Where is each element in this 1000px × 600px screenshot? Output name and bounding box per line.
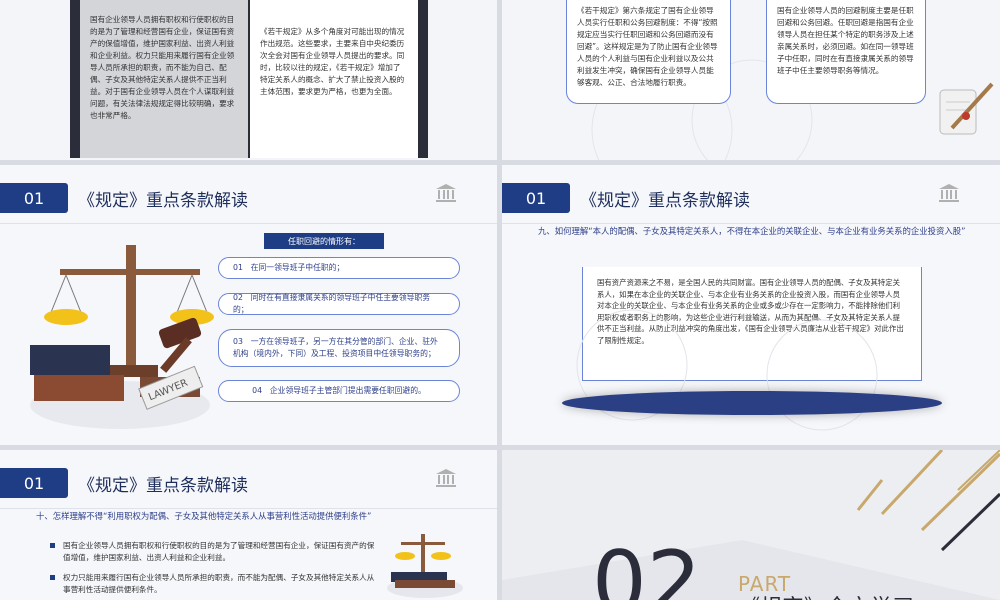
right-panel: 《若干规定》从多个角度对可能出现的情况作出规范。这些要求，主要来自中央纪委历次全… xyxy=(250,0,418,158)
bullet-marker xyxy=(50,543,55,548)
bullet-text: 权力只能用来履行国有企业领导人员所承担的职责，而不能为配偶、子女及其他特定关系人… xyxy=(63,573,375,594)
list-item-text: 01 在同一领导班子中任职的； xyxy=(233,263,345,272)
bullet-marker xyxy=(50,575,55,580)
section-number: 01 xyxy=(502,183,570,213)
slide-4: 01 《规定》重点条款解读 九、如何理解“本人的配偶、子女及其特定关系人，不得在… xyxy=(502,165,1000,445)
list-item: 04 企业领导班子主管部门提出需要任职回避的。 xyxy=(218,380,460,402)
info-box-2-text: 国有企业领导人员的回避制度主要是任职回避和公务回避。任职回避是指国有企业领导人员… xyxy=(777,6,914,75)
temple-icon xyxy=(436,469,456,487)
justice-scale-illustration: LAWYER xyxy=(30,245,214,429)
bullet-item: 权力只能用来履行国有企业领导人员所承担的职责，而不能为配偶、子女及其他特定关系人… xyxy=(50,572,380,596)
body-box: 国有资产资源来之不易，是全国人民的共同财富。国有企业领导人员的配偶、子女及其特定… xyxy=(582,267,922,381)
section-title: 《规定》重点条款解读 xyxy=(78,190,248,211)
left-panel: 国有企业领导人员拥有职权和行使职权的目的是为了管理和经营国有企业，保证国有资产的… xyxy=(80,0,248,158)
header-divider xyxy=(0,223,497,224)
list-item: 03 一方在领导班子，另一方在其分管的部门、企业、驻外机构（境内外，下同）及工程… xyxy=(218,329,460,367)
section-number: 01 xyxy=(0,183,68,213)
info-box-2: 国有企业领导人员的回避制度主要是任职回避和公务回避。任职回避是指国有企业领导人员… xyxy=(766,0,926,104)
books-scale-illustration xyxy=(387,534,463,598)
list-item-text: 04 企业领导班子主管部门提出需要任职回避的。 xyxy=(252,386,426,395)
temple-icon xyxy=(436,184,456,202)
pen-scroll-icon xyxy=(939,82,994,135)
slide-header: 01 《规定》重点条款解读 xyxy=(502,183,752,213)
part-subtitle: 《规定》全文学习 xyxy=(738,590,914,600)
shadow-ellipse xyxy=(562,391,942,415)
body-text: 国有资产资源来之不易，是全国人民的共同财富。国有企业领导人员的配偶、子女及其特定… xyxy=(597,278,904,345)
list-heading: 任职回避的情形有： xyxy=(264,233,384,249)
left-text: 国有企业领导人员拥有职权和行使职权的目的是为了管理和经营国有企业，保证国有资产的… xyxy=(90,15,235,120)
temple-icon xyxy=(939,184,959,202)
list-item-text: 02 同时在有直接隶属关系的领导班子中任主要领导职务的； xyxy=(233,293,431,314)
right-text: 《若干规定》从多个角度对可能出现的情况作出规范。这些要求，主要来自中央纪委历次全… xyxy=(260,27,405,96)
slide-1: 国有企业领导人员拥有职权和行使职权的目的是为了管理和经营国有企业，保证国有资产的… xyxy=(0,0,497,160)
slide-header: 01 《规定》重点条款解读 xyxy=(0,183,250,213)
slide-3: 01 《规定》重点条款解读 LAWYER 任职回避的情形有： 01 在同一领导班… xyxy=(0,165,497,445)
bullet-text: 国有企业领导人员拥有职权和行使职权的目的是为了管理和经营国有企业，保证国有资产的… xyxy=(63,541,375,562)
list-item: 01 在同一领导班子中任职的； xyxy=(218,257,460,279)
slide-5: 01 《规定》重点条款解读 十、怎样理解不得“利用职权为配偶、子女及其他特定关系… xyxy=(0,450,497,600)
question-text: 九、如何理解“本人的配偶、子女及其特定关系人，不得在本企业的关联企业、与本企业有… xyxy=(538,226,966,236)
section-big-number: 02 xyxy=(592,533,702,600)
section-title: 《规定》重点条款解读 xyxy=(580,190,750,211)
list-item: 02 同时在有直接隶属关系的领导班子中任主要领导职务的； xyxy=(218,293,460,315)
list-item-text: 03 一方在领导班子，另一方在其分管的部门、企业、驻外机构（境内外，下同）及工程… xyxy=(233,337,438,358)
info-box-1: 《若干规定》第六条规定了国有企业领导人员实行任职和公务回避制度：不得“按照规定应… xyxy=(566,0,731,104)
header-divider xyxy=(502,223,1000,224)
slide-header: 01 《规定》重点条款解读 xyxy=(0,468,250,498)
bullet-item: 国有企业领导人员拥有职权和行使职权的目的是为了管理和经营国有企业，保证国有资产的… xyxy=(50,540,380,564)
section-title: 《规定》重点条款解读 xyxy=(78,475,248,496)
bullet-list: 国有企业领导人员拥有职权和行使职权的目的是为了管理和经营国有企业，保证国有资产的… xyxy=(50,540,380,600)
info-box-1-text: 《若干规定》第六条规定了国有企业领导人员实行任职和公务回避制度：不得“按照规定应… xyxy=(577,6,718,87)
section-number: 01 xyxy=(0,468,68,498)
question-text: 十、怎样理解不得“利用职权为配偶、子女及其他特定关系人从事营利性活动提供便利条件… xyxy=(36,511,372,521)
slide-2: 《若干规定》第六条规定了国有企业领导人员实行任职和公务回避制度：不得“按照规定应… xyxy=(502,0,1000,160)
header-divider xyxy=(0,508,497,509)
slide-6: 02 PART 《规定》全文学习 xyxy=(502,450,1000,600)
